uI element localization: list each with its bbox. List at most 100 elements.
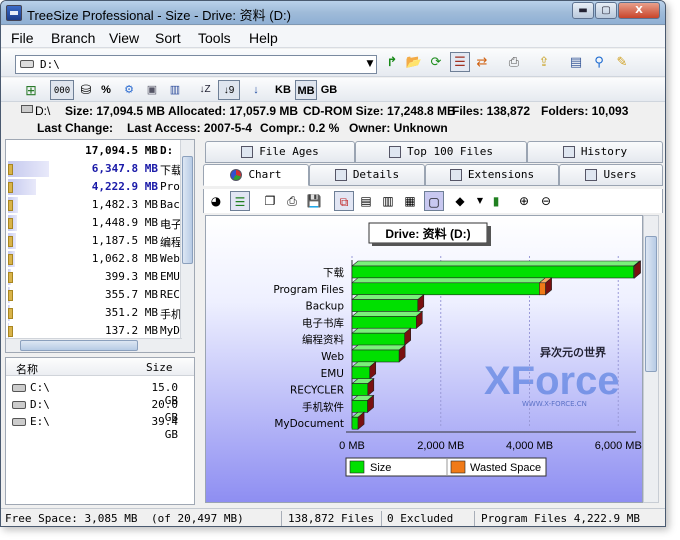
- columns-icon[interactable]: ▥: [166, 80, 184, 100]
- sort-down-icon[interactable]: ↓: [247, 80, 265, 100]
- zoom-out-icon[interactable]: ⊖: [536, 191, 556, 211]
- tree-row[interactable]: 355.7 MBRECYCLER: [6, 286, 182, 304]
- chart-type-icon[interactable]: ▮: [486, 191, 506, 211]
- tab-extensions[interactable]: Extensions: [425, 164, 559, 186]
- chart-scroll-thumb[interactable]: [645, 236, 657, 372]
- path-dropdown-icon[interactable]: ▼: [363, 55, 377, 74]
- tree-hscroll-thumb[interactable]: [20, 340, 138, 351]
- tree-item-name: Backup: [160, 198, 182, 211]
- drive-d-icon: [12, 401, 26, 409]
- tab-history[interactable]: History: [527, 141, 663, 163]
- tree-row[interactable]: 6,347.8 MB 下载: [6, 160, 182, 178]
- tab-users[interactable]: Users: [559, 164, 663, 186]
- zoom-in-icon[interactable]: ⊕: [514, 191, 534, 211]
- up-folder-icon[interactable]: ⇪: [534, 53, 554, 73]
- status-free-total: (of 20,497 MB): [151, 512, 244, 525]
- chart-vertical-scrollbar[interactable]: [643, 215, 659, 503]
- menu-sort[interactable]: Sort: [155, 30, 181, 46]
- print-icon[interactable]: ⎙: [504, 53, 524, 73]
- fill-color-icon[interactable]: ◆: [450, 191, 470, 211]
- tree-root-row[interactable]: 17,094.5 MB D:: [6, 142, 182, 160]
- server-icon[interactable]: ▣: [143, 80, 161, 100]
- window-title: TreeSize Professional - Size - Drive: 资料…: [27, 8, 291, 23]
- drive-row[interactable]: E:\ 39.4 GB: [12, 414, 188, 441]
- tree-row[interactable]: 1,448.9 MB电子书库: [6, 214, 182, 232]
- unit-kb-button[interactable]: KB: [273, 80, 293, 100]
- tree-item-size: 4,222.9 MB: [91, 180, 158, 193]
- copy-icon[interactable]: ❐: [260, 191, 280, 211]
- col-size-header[interactable]: Size: [146, 361, 173, 374]
- print-chart-icon[interactable]: ⎙: [282, 191, 302, 211]
- tree-row[interactable]: 351.2 MB手机软件: [6, 304, 182, 322]
- sort-size-icon[interactable]: ↓9: [218, 80, 240, 100]
- gradient-icon[interactable]: ▢: [424, 191, 444, 211]
- tree-item-size: 355.7 MB: [105, 288, 158, 301]
- tree-horizontal-scrollbar[interactable]: [6, 338, 182, 352]
- 3d-view-icon[interactable]: ⧉: [334, 191, 354, 211]
- tree-scroll-thumb[interactable]: [182, 156, 193, 264]
- menu-tools[interactable]: Tools: [198, 30, 231, 46]
- drive-list[interactable]: 名称 Size C:\ 15.0 GB D:\ 20.0 GB E:\ 39.4…: [5, 357, 195, 505]
- size-bar: [351, 383, 369, 396]
- tree-vertical-scrollbar[interactable]: [180, 140, 194, 352]
- sort-az-icon[interactable]: ↓Z: [196, 80, 214, 100]
- unit-gb-button[interactable]: GB: [319, 80, 339, 100]
- drive-row[interactable]: C:\ 15.0 GB: [12, 380, 188, 407]
- menu-help[interactable]: Help: [249, 30, 278, 46]
- tab-details[interactable]: Details: [309, 164, 425, 186]
- help-icon[interactable]: ✎: [612, 53, 632, 73]
- status-bar: Free Space: 3,085 MB (of 20,497 MB) 138,…: [1, 508, 665, 526]
- title-bar[interactable]: TreeSize Professional - Size - Drive: 资料…: [1, 1, 665, 25]
- tree-root-name: D:: [160, 144, 174, 157]
- close-button[interactable]: X: [618, 2, 660, 19]
- unit-mb-button[interactable]: MB: [295, 80, 317, 100]
- save-icon[interactable]: 💾: [304, 191, 324, 211]
- info-allocated: Allocated: 17,057.9 MB: [168, 104, 299, 118]
- chart-area[interactable]: Drive: 资料 (D:) XForce 异次元の世界 WWW.X-FORCE.CN…: [205, 215, 643, 503]
- refresh-icon[interactable]: ⟳: [426, 53, 446, 73]
- drive-row[interactable]: D:\ 20.0 GB: [12, 397, 188, 424]
- grid-icon[interactable]: ▥: [378, 191, 398, 211]
- network-icon[interactable]: ⚙: [120, 80, 138, 100]
- export-icon[interactable]: ⇄: [472, 53, 492, 73]
- watermark-text: XForce: [484, 359, 620, 403]
- menu-branch[interactable]: Branch: [51, 30, 95, 46]
- maximize-button[interactable]: ▢: [595, 2, 617, 19]
- view-pane: File Ages Top 100 Files History Chart De…: [199, 139, 663, 505]
- menu-view[interactable]: View: [109, 30, 139, 46]
- add-icon[interactable]: ⊞: [23, 80, 39, 100]
- menu-file[interactable]: File: [11, 30, 34, 46]
- path-combobox[interactable]: D:\: [15, 55, 377, 74]
- tree-row[interactable]: 1,187.5 MB编程资料: [6, 232, 182, 250]
- tab-chart[interactable]: Chart: [203, 164, 309, 186]
- folder-icon: [8, 254, 13, 265]
- tree-view-icon[interactable]: ☰: [450, 52, 470, 72]
- folder-tree[interactable]: 17,094.5 MB D: 6,347.8 MB 下载 4,222.9 MB Pro…: [5, 139, 195, 353]
- folder-icon: [8, 182, 13, 193]
- tree-row[interactable]: 4,222.9 MBProgram Files: [6, 178, 182, 196]
- bar-view-icon[interactable]: ☰: [230, 191, 250, 211]
- tree-row[interactable]: 1,482.3 MBBackup: [6, 196, 182, 214]
- drive-small-icon: [21, 105, 33, 113]
- legend-icon[interactable]: ▤: [356, 191, 376, 211]
- open-folder-icon[interactable]: 📂: [404, 53, 424, 73]
- scan-arrow-icon[interactable]: ↱: [382, 53, 402, 73]
- options-icon[interactable]: ▤: [566, 53, 586, 73]
- percent-button[interactable]: %: [98, 80, 114, 100]
- disk-icon[interactable]: ⛁: [77, 80, 95, 100]
- category-label: Backup: [306, 301, 345, 313]
- tab-top-100-files[interactable]: Top 100 Files: [355, 141, 527, 163]
- tab-label: Users: [603, 168, 637, 181]
- tree-row[interactable]: 399.3 MB EMU: [6, 268, 182, 286]
- pie-view-icon[interactable]: ◕: [206, 191, 226, 211]
- search-files-icon[interactable]: ⚲: [589, 53, 609, 73]
- count-button[interactable]: 000: [50, 80, 74, 100]
- info-last-change: Last Change:: [37, 121, 114, 135]
- treesize-window: TreeSize Professional - Size - Drive: 资料…: [0, 0, 666, 527]
- path-value: D:\: [40, 58, 60, 71]
- grid-lines-icon[interactable]: ▦: [400, 191, 420, 211]
- tab-file-ages[interactable]: File Ages: [205, 141, 355, 163]
- minimize-button[interactable]: ▬: [572, 2, 594, 19]
- col-name-header[interactable]: 名称: [16, 361, 38, 377]
- tree-row[interactable]: 1,062.8 MB Web: [6, 250, 182, 268]
